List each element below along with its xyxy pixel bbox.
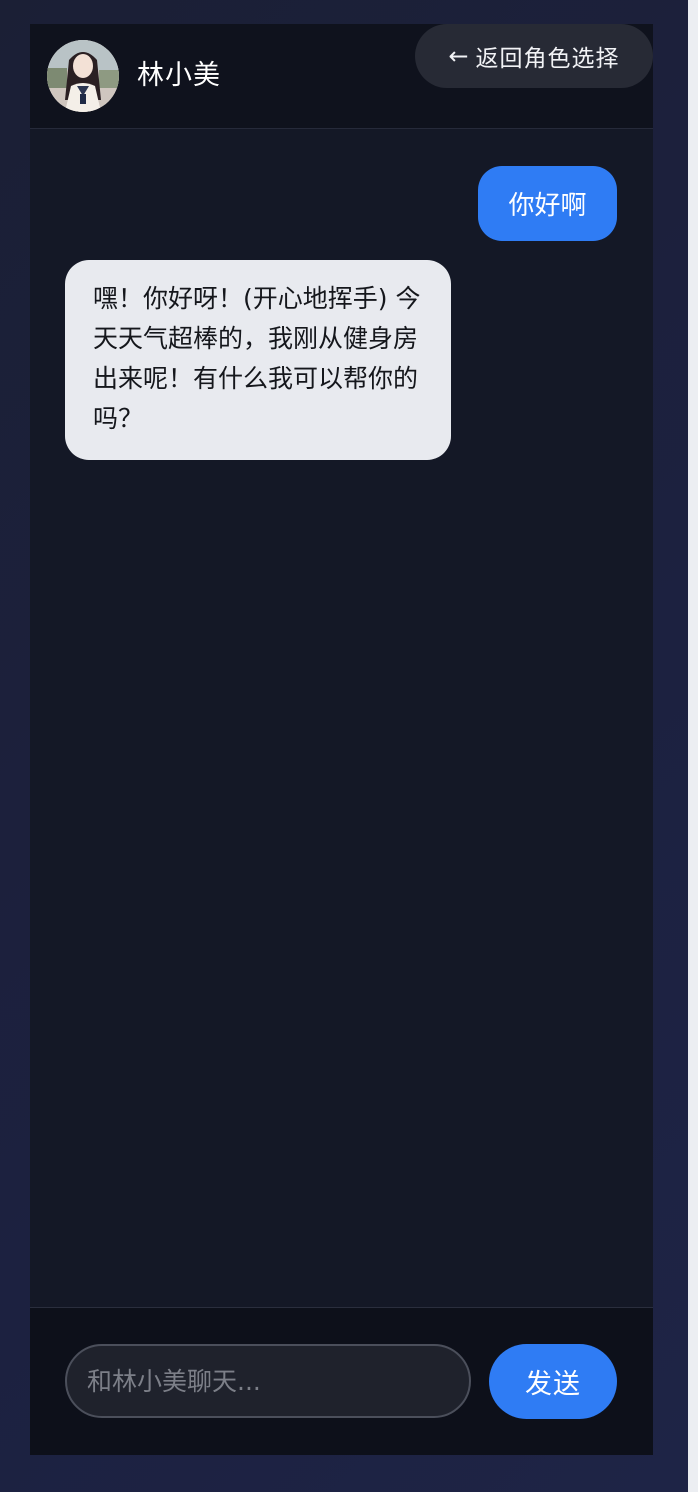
- back-to-character-select-button[interactable]: ← 返回角色选择: [415, 24, 653, 88]
- chat-input[interactable]: [65, 1344, 471, 1418]
- message-list: 你好啊 嘿！你好呀！(开心地挥手) 今天天气超棒的，我刚从健身房出来呢！有什么我…: [30, 129, 653, 1307]
- arrow-left-icon: ←: [448, 42, 470, 70]
- chat-window: 林小美 ← 返回角色选择 你好啊 嘿！你好呀！(开心地挥手) 今天天气超棒的，我…: [30, 24, 653, 1455]
- user-message-bubble: 你好啊: [478, 166, 617, 241]
- send-button[interactable]: 发送: [489, 1344, 617, 1419]
- back-button-label: 返回角色选择: [475, 46, 620, 72]
- window-edge: [688, 0, 698, 1492]
- assistant-message-bubble: 嘿！你好呀！(开心地挥手) 今天天气超棒的，我刚从健身房出来呢！有什么我可以帮你…: [65, 260, 451, 460]
- chat-header: 林小美 ← 返回角色选择: [30, 24, 653, 129]
- message-composer: 发送: [30, 1307, 653, 1455]
- character-name: 林小美: [137, 60, 221, 91]
- character-avatar: [47, 40, 119, 112]
